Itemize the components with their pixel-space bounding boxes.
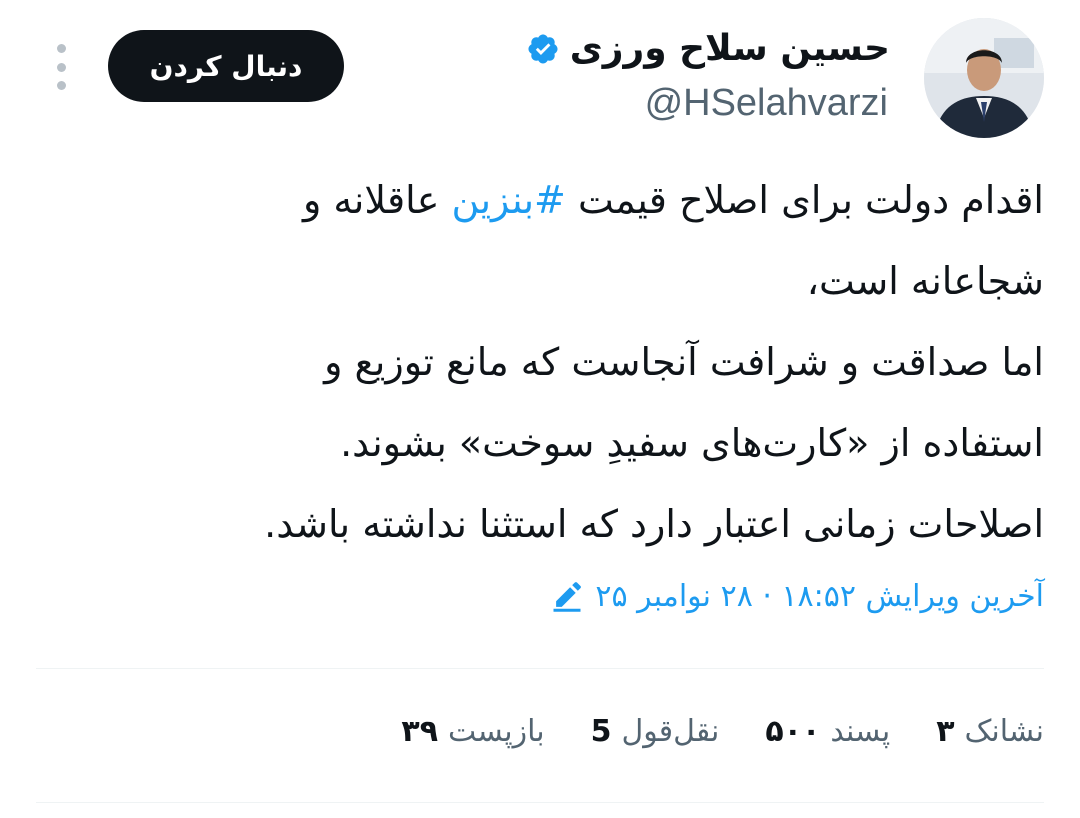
reposts-stat[interactable]: ۳۹ بازپست [401, 714, 544, 749]
avatar[interactable] [924, 18, 1044, 138]
verified-badge-icon [526, 32, 560, 66]
avatar-photo [924, 18, 1044, 138]
tweet-line-1: اقدام دولت برای اصلاح قیمت #بنزین عاقلان… [44, 160, 1044, 241]
more-dot [56, 44, 66, 53]
quotes-stat[interactable]: 5 نقل‌قول [591, 714, 720, 749]
last-edited-link[interactable]: آخرین ویرایش ۱۸:۵۲ · ۲۸ نوامبر ۲۵ [549, 578, 1044, 614]
likes-label: پسند [830, 714, 891, 749]
bookmarks-stat[interactable]: ۳ نشانک [936, 714, 1044, 749]
pencil-icon [549, 578, 585, 614]
tweet-line-2: شجاعانه است، [806, 259, 1044, 303]
divider [36, 668, 1044, 669]
engagement-stats: ۳۹ بازپست 5 نقل‌قول ۵۰۰ پسند ۳ نشانک [401, 714, 1044, 749]
more-dot [56, 81, 66, 90]
author-handle[interactable]: @HSelahvarzi [645, 82, 888, 125]
tweet-card: حسین سلاح ورزی @HSelahvarzi دنبال کردن ا… [0, 0, 1080, 818]
hashtag-link[interactable]: #بنزین [452, 178, 566, 222]
reposts-count: ۳۹ [401, 714, 439, 749]
tweet-line-5: اصلاحات زمانی اعتبار دارد که استثنا نداش… [264, 502, 1044, 546]
tweet-text-segment: عاقلانه و [302, 178, 452, 222]
quotes-label: نقل‌قول [621, 714, 720, 749]
tweet-text-segment: اقدام دولت برای اصلاح قیمت [565, 178, 1044, 222]
bookmarks-label: نشانک [964, 714, 1044, 749]
tweet-line-3: اما صداقت و شرافت آنجاست که مانع توزیع و [324, 340, 1044, 384]
likes-stat[interactable]: ۵۰۰ پسند [765, 714, 890, 749]
bookmarks-count: ۳ [936, 714, 955, 749]
author-name-row: حسین سلاح ورزی [526, 28, 890, 69]
likes-count: ۵۰۰ [765, 714, 821, 749]
more-options-icon[interactable] [44, 44, 78, 90]
author-name[interactable]: حسین سلاح ورزی [570, 28, 890, 69]
last-edited-text: آخرین ویرایش ۱۸:۵۲ · ۲۸ نوامبر ۲۵ [595, 578, 1044, 614]
tweet-line-4: استفاده از «کارت‌های سفیدِ سوخت» بشوند. [340, 421, 1044, 465]
reposts-label: بازپست [448, 714, 545, 749]
follow-button[interactable]: دنبال کردن [108, 30, 344, 102]
tweet-text: اقدام دولت برای اصلاح قیمت #بنزین عاقلان… [44, 160, 1044, 565]
divider [36, 802, 1044, 803]
more-dot [56, 62, 66, 72]
quotes-count: 5 [590, 714, 612, 749]
